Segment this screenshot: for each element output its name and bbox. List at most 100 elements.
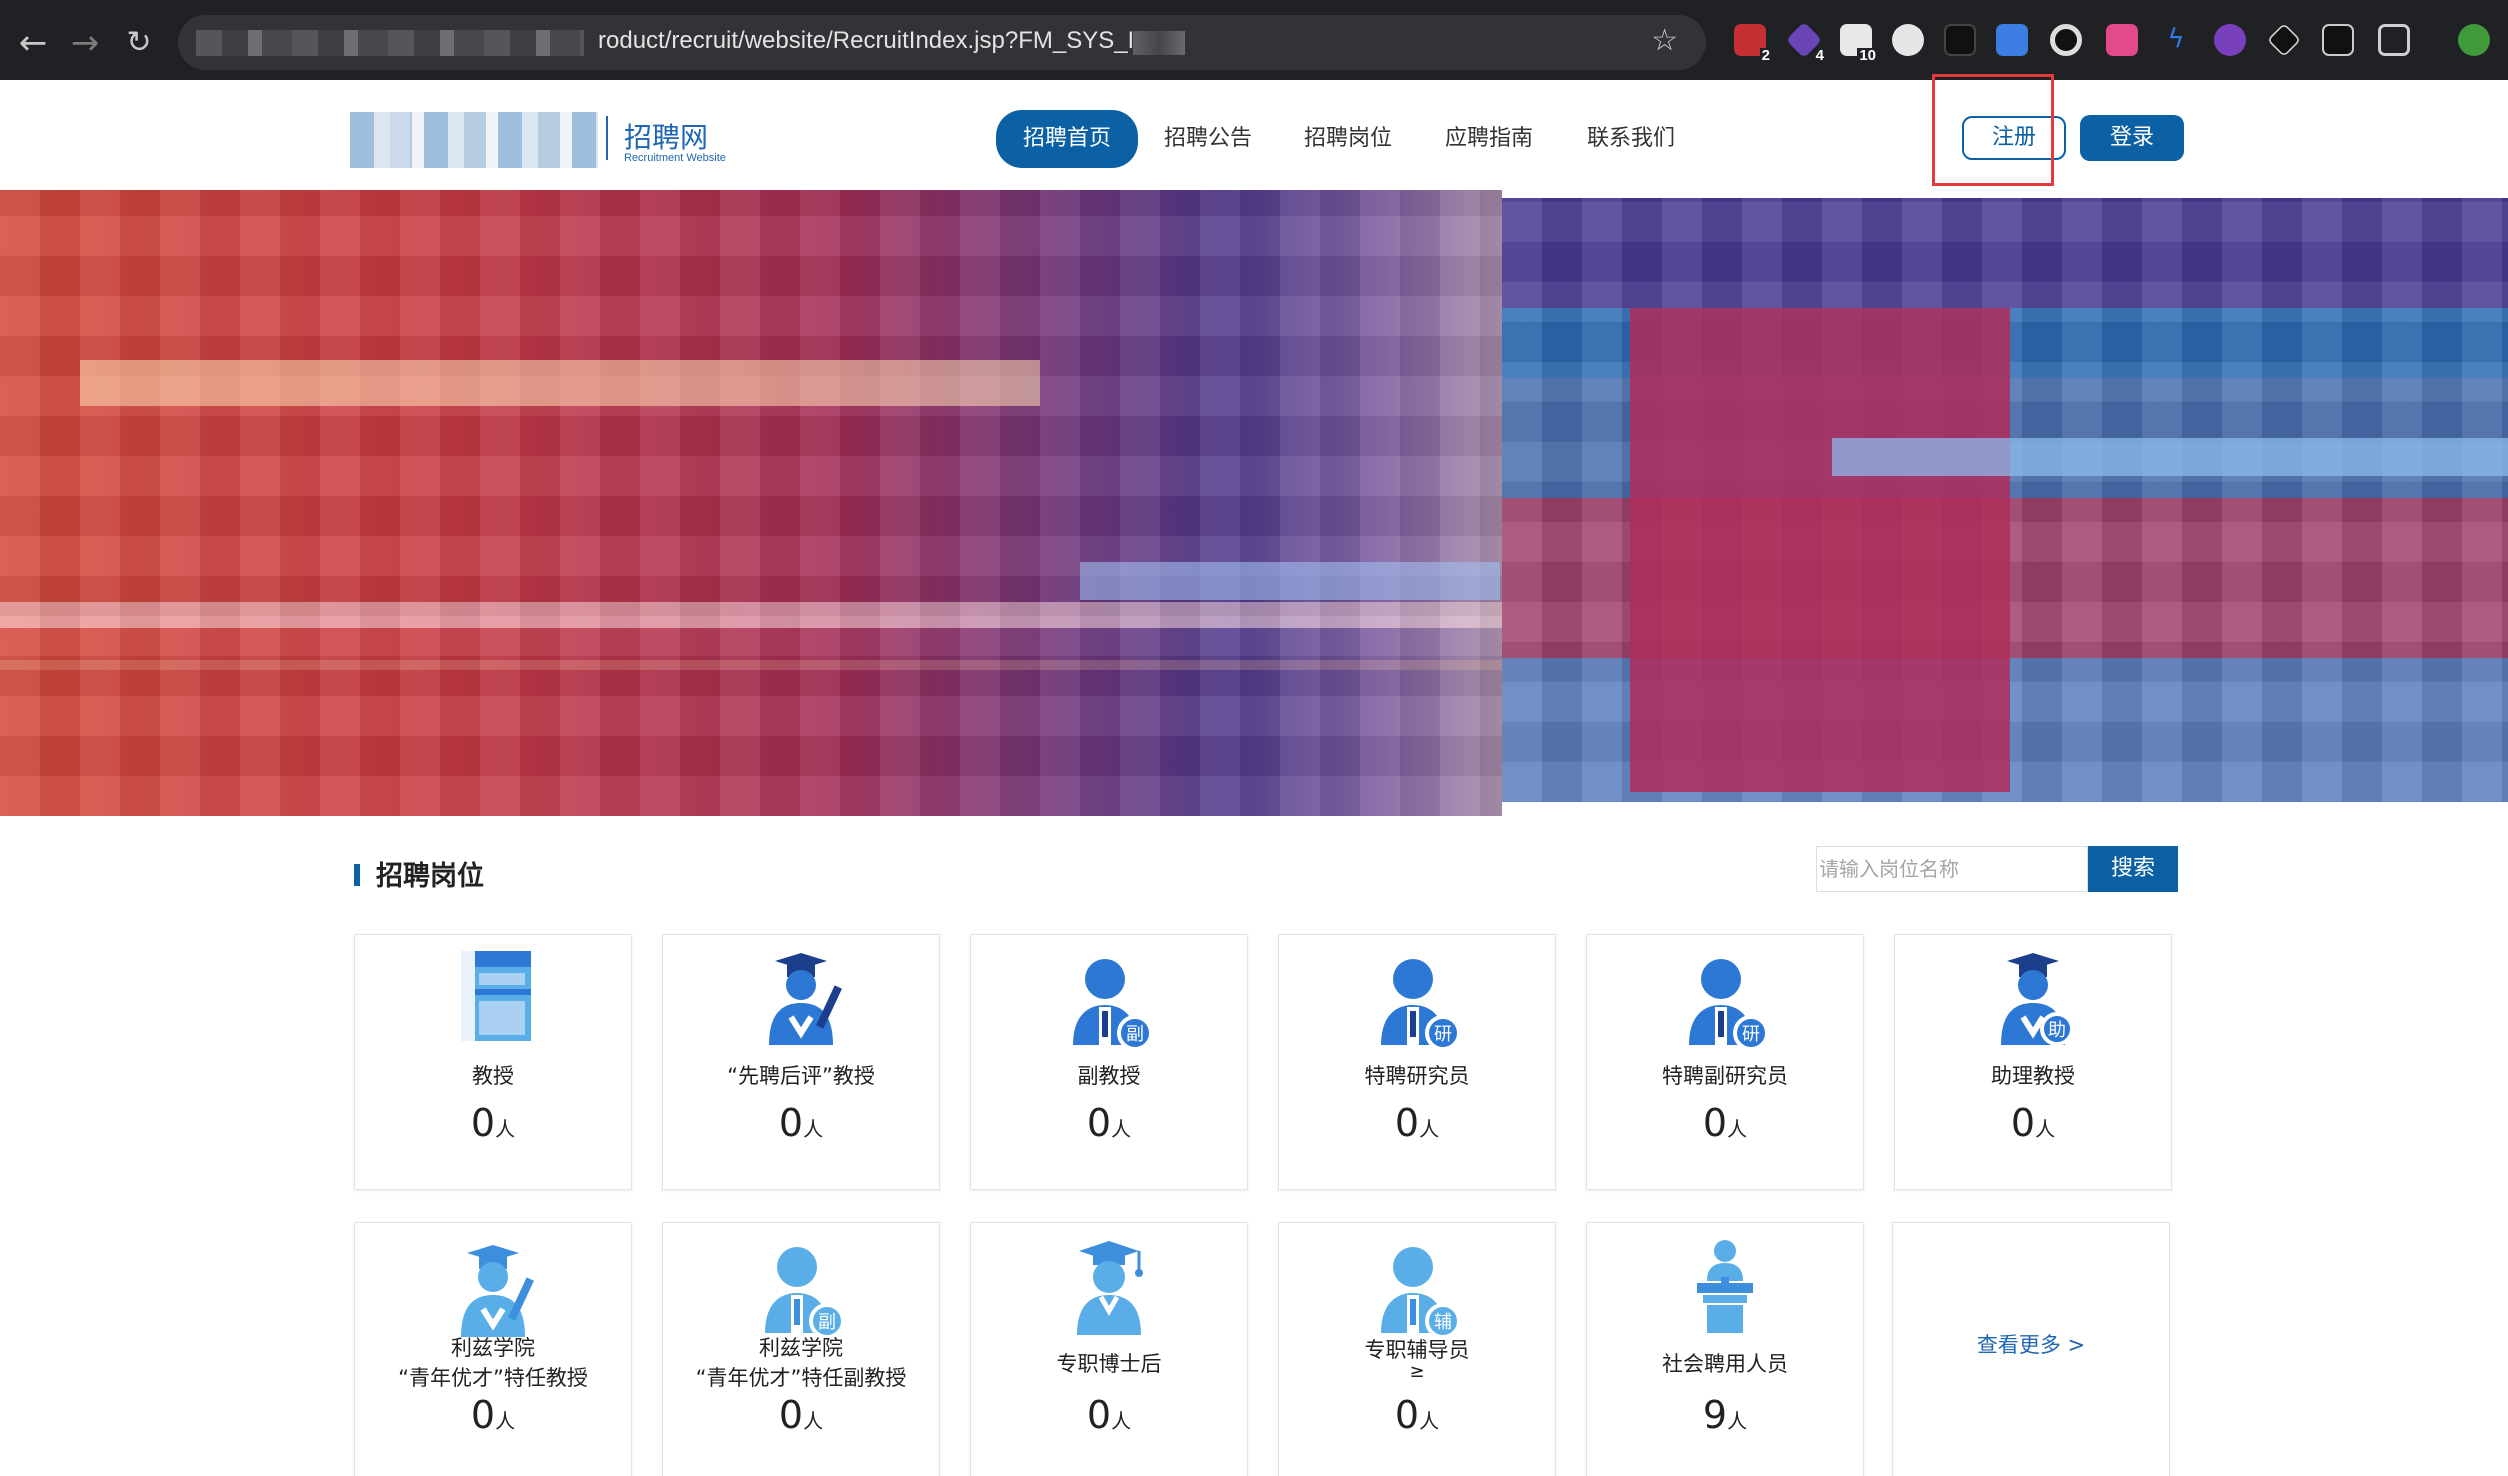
extension-cat-icon[interactable] bbox=[2214, 24, 2246, 56]
card-label: 社会聘用人员 bbox=[1662, 1352, 1788, 1376]
count-unit: 人 bbox=[1727, 1409, 1748, 1433]
position-card[interactable]: 助 助理教授 0人 bbox=[1894, 934, 2172, 1190]
card-count: 0人 bbox=[1895, 1101, 2171, 1145]
count-unit: 人 bbox=[803, 1117, 824, 1141]
section-title: 招聘岗位 bbox=[376, 861, 484, 892]
address-bar[interactable]: roduct/recruit/website/RecruitIndex.jsp?… bbox=[178, 15, 1706, 70]
extension-shield-icon[interactable]: 2 bbox=[1734, 24, 1772, 64]
card-count: 9人 bbox=[1587, 1393, 1863, 1437]
position-card[interactable]: “先聘后评”教授 0人 bbox=[662, 934, 940, 1190]
count-number: 0 bbox=[470, 1393, 496, 1437]
position-card[interactable]: 研 特聘副研究员 0人 bbox=[1586, 934, 1864, 1190]
card-label: 利兹学院 bbox=[451, 1336, 535, 1360]
extension-box-icon[interactable] bbox=[1944, 24, 1976, 56]
person-badge-fu-icon: 副 bbox=[765, 1247, 845, 1339]
position-card[interactable]: 辅 专职辅导员 ≥ 0人 bbox=[1278, 1222, 1556, 1476]
card-count: 0人 bbox=[663, 1393, 939, 1437]
extension-chart-icon[interactable] bbox=[2322, 24, 2354, 56]
badge-text: 副 bbox=[1126, 1024, 1144, 1045]
nav-contact[interactable]: 联系我们 bbox=[1560, 110, 1702, 168]
banner-image-left bbox=[0, 190, 1502, 816]
forward-arrow-icon[interactable]: → bbox=[62, 20, 108, 66]
count-number: 0 bbox=[1394, 1101, 1420, 1145]
card-label: 副教授 bbox=[1077, 1064, 1141, 1088]
card-label: 利兹学院 bbox=[759, 1336, 843, 1360]
bookmark-star-icon[interactable]: ☆ bbox=[1651, 23, 1678, 58]
nav-guide[interactable]: 应聘指南 bbox=[1418, 110, 1560, 168]
card-count: 0人 bbox=[1587, 1101, 1863, 1145]
person-badge-yan-icon: 研 bbox=[1689, 959, 1769, 1051]
view-more-link[interactable]: 查看更多 > bbox=[1893, 1329, 2169, 1359]
count-number: 0 bbox=[1086, 1101, 1112, 1145]
count-unit: 人 bbox=[1111, 1117, 1132, 1141]
badge-text: 辅 bbox=[1434, 1312, 1452, 1333]
count-unit: 人 bbox=[1727, 1117, 1748, 1141]
browser-toolbar: ← → ↻ roduct/recruit/website/RecruitInde… bbox=[0, 0, 2508, 80]
extension-chat-icon[interactable] bbox=[1892, 24, 1924, 56]
count-unit: 人 bbox=[1111, 1409, 1132, 1433]
count-unit: 人 bbox=[1419, 1409, 1440, 1433]
extension-calendar-icon[interactable]: 10 bbox=[1840, 24, 1878, 64]
position-card[interactable]: 教授 0人 bbox=[354, 934, 632, 1190]
card-label: 助理教授 bbox=[1991, 1064, 2075, 1088]
count-number: 0 bbox=[1394, 1393, 1420, 1437]
card-label: 特聘副研究员 bbox=[1662, 1064, 1788, 1088]
badge-text: 研 bbox=[1434, 1024, 1452, 1045]
position-card[interactable]: 利兹学院 “青年优才”特任教授 0人 bbox=[354, 1222, 632, 1476]
position-card[interactable]: 专职博士后 0人 bbox=[970, 1222, 1248, 1476]
nav-home[interactable]: 招聘首页 bbox=[996, 110, 1138, 168]
card-label: 教授 bbox=[472, 1064, 514, 1088]
site-header: 招聘网 Recruitment Website 招聘首页 招聘公告 招聘岗位 应… bbox=[0, 80, 2508, 190]
section-accent-bar bbox=[354, 864, 360, 886]
badge-text: 副 bbox=[818, 1312, 836, 1333]
view-more-card[interactable]: 查看更多 > bbox=[1892, 1222, 2170, 1476]
extension-badge: 10 bbox=[1857, 47, 1878, 64]
count-unit: 人 bbox=[2035, 1117, 2056, 1141]
card-label: 特聘研究员 bbox=[1364, 1064, 1470, 1088]
extension-window-icon[interactable] bbox=[1996, 24, 2028, 56]
logo-title: 招聘网 bbox=[624, 121, 709, 154]
graduate-icon bbox=[769, 953, 842, 1045]
card-count: 0人 bbox=[355, 1393, 631, 1437]
profile-avatar[interactable] bbox=[2458, 24, 2490, 56]
book-icon bbox=[461, 951, 531, 1041]
position-card[interactable]: 研 特聘研究员 0人 bbox=[1278, 934, 1556, 1190]
back-arrow-icon[interactable]: ← bbox=[10, 20, 56, 66]
person-badge-fu2-icon: 辅 bbox=[1381, 1247, 1461, 1339]
card-count: 0人 bbox=[971, 1393, 1247, 1437]
extension-badge: 4 bbox=[1813, 47, 1826, 64]
extension-bolt-icon[interactable]: ϟ bbox=[2160, 24, 2192, 56]
nav-positions[interactable]: 招聘岗位 bbox=[1278, 110, 1418, 168]
position-card[interactable]: 副 利兹学院 “青年优才”特任副教授 0人 bbox=[662, 1222, 940, 1476]
card-count: 0人 bbox=[663, 1101, 939, 1145]
card-label: “先聘后评”教授 bbox=[727, 1064, 875, 1088]
extension-badge-wrap: 4 bbox=[1788, 24, 1826, 64]
extensions-puzzle-icon[interactable] bbox=[2378, 24, 2410, 56]
card-count: 0人 bbox=[355, 1101, 631, 1145]
annotation-highlight-box bbox=[1932, 74, 2054, 186]
logo-divider bbox=[606, 116, 608, 160]
extension-circle-icon[interactable] bbox=[2050, 24, 2082, 56]
extension-translate-icon[interactable] bbox=[2106, 24, 2138, 56]
count-unit: 人 bbox=[495, 1117, 516, 1141]
count-number: 9 bbox=[1702, 1393, 1728, 1437]
extension-badge: 2 bbox=[1759, 47, 1772, 64]
position-search-input[interactable] bbox=[1816, 846, 2088, 892]
search-button[interactable]: 搜索 bbox=[2088, 846, 2178, 892]
position-card[interactable]: 社会聘用人员 9人 bbox=[1586, 1222, 1864, 1476]
card-label: 专职博士后 bbox=[1056, 1352, 1162, 1376]
extension-diamond-dark-icon[interactable] bbox=[2267, 23, 2301, 57]
position-card[interactable]: 副 副教授 0人 bbox=[970, 934, 1248, 1190]
card-label-line2: ≥ bbox=[1409, 1361, 1425, 1382]
reload-icon[interactable]: ↻ bbox=[116, 20, 162, 66]
address-redacted bbox=[196, 30, 584, 56]
login-button[interactable]: 登录 bbox=[2080, 115, 2184, 161]
nav-announcements[interactable]: 招聘公告 bbox=[1138, 110, 1278, 168]
badge-text: 助 bbox=[2048, 1020, 2066, 1041]
card-count: 0人 bbox=[971, 1101, 1247, 1145]
person-badge-yan-icon: 研 bbox=[1381, 959, 1461, 1051]
count-number: 0 bbox=[778, 1393, 804, 1437]
person-badge-fu-icon: 副 bbox=[1073, 959, 1153, 1051]
count-number: 0 bbox=[2010, 1101, 2036, 1145]
badge-text: 研 bbox=[1742, 1024, 1760, 1045]
